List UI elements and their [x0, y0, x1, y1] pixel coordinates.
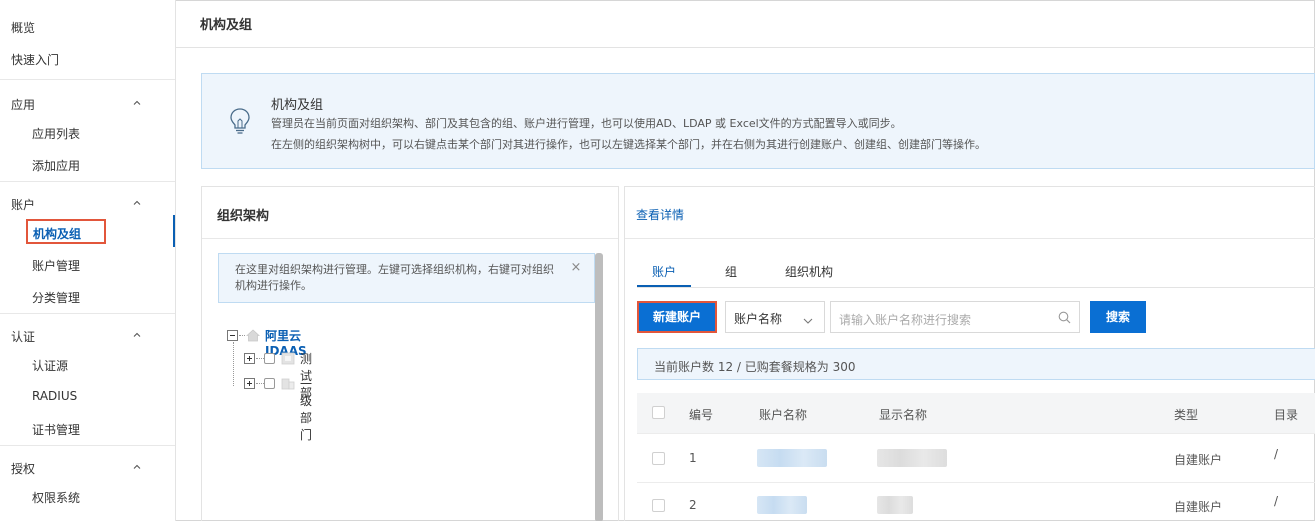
banner-title: 机构及组: [271, 98, 324, 113]
row-checkbox[interactable]: [652, 452, 665, 465]
tab-groups[interactable]: 组: [725, 263, 737, 280]
redacted-account-name[interactable]: [757, 449, 827, 467]
tip-text: 在这里对组织架构进行管理。左键可选择组织机构，右键可对组织机构进行操作。: [235, 263, 554, 292]
sidebar-group-auth[interactable]: 认证: [11, 328, 35, 345]
search-button[interactable]: 搜索: [1090, 301, 1146, 333]
sidebar-item-permission-system[interactable]: 权限系统: [32, 489, 80, 506]
table-cell-directory: /: [1274, 447, 1279, 461]
page-header: 机构及组: [176, 0, 1315, 48]
org-structure-panel: 组织架构 在这里对组织架构进行管理。左键可选择组织机构，右键可对组织机构进行操作…: [201, 186, 619, 521]
sidebar-item-add-app[interactable]: 添加应用: [32, 157, 80, 174]
column-header-id: 编号: [689, 408, 714, 422]
sidebar-item-category-management[interactable]: 分类管理: [32, 289, 80, 306]
column-header-directory: 目录: [1274, 408, 1299, 422]
tree-connector: [239, 335, 245, 336]
banner-description: 管理员在当前页面对组织架构、部门及其包含的组、账户进行管理，也可以使用AD、LD…: [271, 117, 902, 130]
table-header: 编号 账户名称 显示名称 类型 目录: [637, 393, 1315, 433]
panel-title: 组织架构: [217, 209, 270, 224]
info-banner: 机构及组 管理员在当前页面对组织架构、部门及其包含的组、账户进行管理，也可以使用…: [201, 73, 1315, 169]
sidebar-divider: [0, 445, 175, 446]
row-divider: [637, 482, 1315, 483]
lightbulb-icon: [229, 107, 251, 135]
chevron-up-icon[interactable]: [133, 99, 141, 107]
expand-toggle-icon[interactable]: [244, 378, 255, 389]
sidebar-divider: [0, 313, 175, 314]
table-cell-directory: /: [1274, 494, 1279, 508]
search-icon[interactable]: [1058, 311, 1071, 324]
sidebar-item-org-and-groups[interactable]: 机构及组: [26, 219, 106, 244]
panel-divider: [202, 238, 618, 239]
column-header-display-name: 显示名称: [879, 408, 928, 422]
tree-node[interactable]: 一级部门: [300, 375, 312, 443]
home-icon: [245, 329, 261, 342]
building-icon: [281, 377, 295, 390]
banner-description: 在左侧的组织架构树中，可以右键点击某个部门对其进行操作，也可以左键选择某个部门，…: [271, 138, 986, 151]
sidebar-item-radius[interactable]: RADIUS: [32, 389, 77, 403]
tree-connector: [256, 383, 264, 384]
sidebar-group-authz[interactable]: 授权: [11, 460, 35, 477]
table-cell-id: 2: [689, 498, 697, 512]
tree-checkbox[interactable]: [264, 353, 275, 364]
sidebar-group-apps[interactable]: 应用: [11, 96, 35, 113]
sidebar-divider: [0, 181, 175, 182]
select-value: 账户名称: [734, 312, 783, 326]
quota-text: 当前账户数 12 / 已购套餐规格为 300: [654, 360, 856, 374]
sidebar-divider: [0, 79, 175, 80]
active-indicator: [173, 215, 175, 247]
redacted-account-name[interactable]: [757, 496, 807, 514]
expand-toggle-icon[interactable]: [244, 353, 255, 364]
tree-connector: [256, 358, 264, 359]
redacted-display-name: [877, 449, 947, 467]
collapse-toggle-icon[interactable]: [227, 330, 238, 341]
table-cell-type: 自建账户: [1174, 500, 1223, 514]
tab-org-units[interactable]: 组织机构: [785, 263, 833, 280]
column-header-type: 类型: [1174, 408, 1199, 422]
tree-connector: [233, 342, 234, 386]
sidebar-item-account-management[interactable]: 账户管理: [32, 257, 80, 274]
select-all-checkbox[interactable]: [652, 406, 665, 419]
search-input[interactable]: 请输入账户名称进行搜索: [830, 301, 1080, 333]
search-placeholder: 请输入账户名称进行搜索: [839, 313, 972, 327]
sidebar: 概览 快速入门 应用 应用列表 添加应用 账户 机构及组 账户管理 分类管理 认…: [0, 0, 176, 521]
chevron-up-icon[interactable]: [133, 331, 141, 339]
new-account-button[interactable]: 新建账户: [637, 301, 717, 333]
sidebar-group-accounts[interactable]: 账户: [11, 196, 35, 213]
page-title: 机构及组: [200, 18, 253, 33]
chevron-up-icon[interactable]: [133, 463, 141, 471]
row-divider: [637, 433, 1315, 434]
tip-box: 在这里对组织架构进行管理。左键可选择组织机构，右键可对组织机构进行操作。 ×: [218, 253, 595, 303]
redacted-display-name: [877, 496, 913, 514]
department-icon: [281, 352, 295, 365]
tab-accounts[interactable]: 账户: [652, 263, 676, 280]
search-field-select[interactable]: 账户名称: [725, 301, 825, 333]
chevron-down-icon: [803, 314, 813, 324]
sidebar-item-overview[interactable]: 概览: [11, 19, 35, 36]
table-cell-type: 自建账户: [1174, 453, 1223, 467]
chevron-up-icon[interactable]: [133, 199, 141, 207]
sidebar-item-quickstart[interactable]: 快速入门: [11, 51, 59, 68]
scrollbar[interactable]: [595, 253, 603, 521]
close-icon[interactable]: ×: [570, 261, 582, 274]
column-header-account-name: 账户名称: [759, 408, 808, 422]
tabs-divider: [637, 287, 1315, 288]
view-details-link[interactable]: 查看详情: [636, 206, 684, 223]
table-cell-id: 1: [689, 451, 697, 465]
panel-divider: [625, 238, 1315, 239]
sidebar-item-cert-management[interactable]: 证书管理: [32, 421, 80, 438]
quota-notice: 当前账户数 12 / 已购套餐规格为 300: [637, 348, 1315, 380]
sidebar-item-app-list[interactable]: 应用列表: [32, 125, 80, 142]
account-detail-panel: 查看详情 账户 组 组织机构 新建账户 账户名称 请输入账户名称进行搜索 搜索 …: [624, 186, 1315, 521]
row-checkbox[interactable]: [652, 499, 665, 512]
sidebar-item-auth-source[interactable]: 认证源: [32, 357, 68, 374]
tree-checkbox[interactable]: [264, 378, 275, 389]
